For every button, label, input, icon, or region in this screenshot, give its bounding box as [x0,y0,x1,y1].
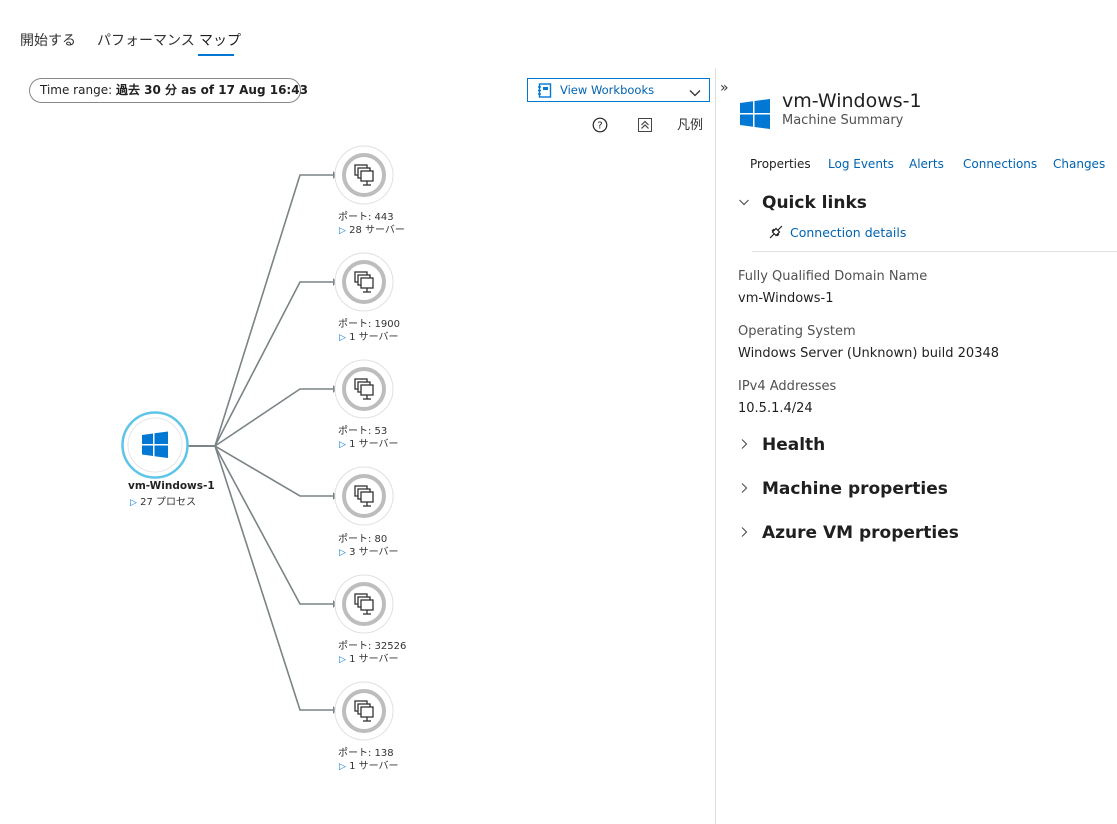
chevron-right-icon [738,482,754,498]
port-node[interactable] [334,681,394,741]
os-label: Operating System [738,324,856,339]
tab-alerts[interactable]: Alerts [909,157,944,171]
port-node[interactable] [334,466,394,526]
port-servers-count: 1 サーバー [349,439,399,450]
time-range-picker[interactable]: Time range: 過去 30 分 as of 17 Aug 16:43 [29,78,308,103]
health-title: Health [762,435,826,455]
port-node[interactable] [334,252,394,312]
server-group-icon [334,359,394,419]
server-group-icon [334,681,394,741]
server-group-icon [334,574,394,634]
azure-vm-properties-section-toggle[interactable]: Azure VM properties [738,523,959,543]
port-servers-count: 3 サーバー [349,547,399,558]
port-servers-expander[interactable]: ▷ 1 サーバー [339,757,399,772]
time-range-value: 過去 30 分 as of 17 Aug 16:43 [115,83,308,97]
active-tab-indicator [198,54,234,56]
server-group-icon [334,252,394,312]
ipv4-value: 10.5.1.4/24 [738,401,813,416]
tab-performance[interactable]: パフォーマンス [97,30,195,50]
tab-map[interactable]: マップ [199,30,241,50]
section-divider [752,251,1117,252]
chevron-right-icon [738,438,754,454]
chevron-right-icon [738,526,754,542]
connection-line [188,445,333,605]
port-servers-count: 28 サーバー [349,225,405,236]
view-workbooks-label: View Workbooks [560,83,655,97]
port-servers-expander[interactable]: ▷ 3 サーバー [339,543,399,558]
tab-log-events[interactable]: Log Events [828,157,894,171]
ipv4-label: IPv4 Addresses [738,379,837,394]
azure-vm-properties-title: Azure VM properties [762,523,959,543]
port-node[interactable] [334,359,394,419]
tab-changes[interactable]: Changes [1053,157,1105,171]
port-servers-count: 1 サーバー [349,654,399,665]
connection-details-link[interactable]: Connection details [768,224,906,243]
port-servers-expander[interactable]: ▷ 1 サーバー [339,328,399,343]
tab-properties[interactable]: Properties [750,157,811,171]
view-workbooks-dropdown[interactable]: View Workbooks [527,78,710,102]
quick-links-title: Quick links [762,193,867,213]
port-servers-expander[interactable]: ▷ 28 サーバー [339,221,405,236]
server-group-icon [334,145,394,205]
connection-line [188,174,333,447]
plug-icon [768,224,784,243]
connection-line [188,388,333,447]
time-range-label: Time range: [40,83,113,97]
windows-logo-icon [740,99,770,133]
quick-links-section-toggle[interactable]: Quick links [738,193,867,213]
port-servers-expander[interactable]: ▷ 1 サーバー [339,650,399,665]
tab-get-started[interactable]: 開始する [20,30,76,50]
server-group-icon [334,466,394,526]
top-tab-bar: 開始する パフォーマンス マップ [0,0,715,60]
os-value: Windows Server (Unknown) build 20348 [738,346,1000,361]
fqdn-label: Fully Qualified Domain Name [738,269,928,284]
vm-processes-count: 27 プロセス [140,497,197,508]
port-node[interactable] [334,145,394,205]
workbook-icon [537,83,552,102]
machine-properties-title: Machine properties [762,479,948,499]
fqdn-value: vm-Windows-1 [738,291,834,306]
tab-connections[interactable]: Connections [963,157,1037,171]
vm-processes-expander[interactable]: ▷ 27 プロセス [130,493,196,508]
chevron-down-icon [689,84,701,103]
port-servers-expander[interactable]: ▷ 1 サーバー [339,435,399,450]
connection-line [188,281,333,447]
panel-title: vm-Windows-1 [782,90,922,112]
panel-subtitle: Machine Summary [782,113,904,128]
port-node[interactable] [334,574,394,634]
port-servers-count: 1 サーバー [349,332,399,343]
vm-node-label: vm-Windows-1 [128,480,215,492]
chevron-down-icon [738,196,754,212]
connection-details-label: Connection details [790,225,907,240]
port-servers-count: 1 サーバー [349,761,399,772]
health-section-toggle[interactable]: Health [738,435,825,455]
machine-properties-section-toggle[interactable]: Machine properties [738,479,948,499]
machine-summary-panel: vm-Windows-1 Machine Summary Properties … [716,60,1117,824]
vm-node[interactable] [121,411,189,479]
